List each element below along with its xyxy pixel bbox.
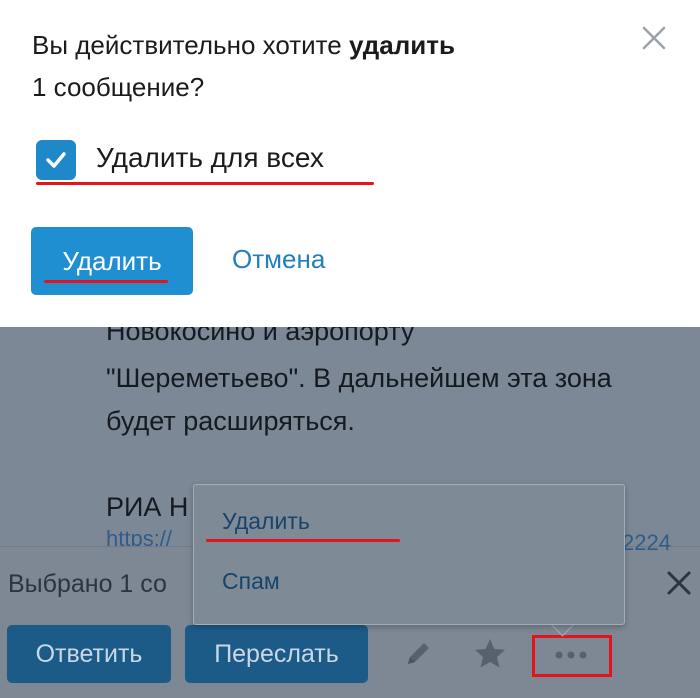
dialog-close-icon[interactable] xyxy=(638,22,670,54)
dialog-title-suffix: 1 сообщение? xyxy=(32,72,205,102)
check-icon xyxy=(46,152,66,168)
forward-button[interactable]: Переслать xyxy=(185,625,368,683)
message-text-line: РИА Н xyxy=(106,492,189,522)
delete-for-all-checkbox[interactable] xyxy=(36,140,76,180)
selection-count: Выбрано 1 со xyxy=(8,570,167,598)
close-icon[interactable] xyxy=(662,566,696,600)
cancel-button[interactable]: Отмена xyxy=(232,244,325,275)
message-text-line: будет расширяться. xyxy=(106,406,355,436)
highlight-underline xyxy=(44,280,168,283)
message-text-line: "Шереметьево". В дальнейшем эта зона xyxy=(106,363,612,393)
more-icon xyxy=(555,651,587,659)
reply-button[interactable]: Ответить xyxy=(7,625,171,683)
dialog-title: Вы действительно хотите удалить 1 сообщен… xyxy=(32,24,622,108)
dialog-title-bold: удалить xyxy=(348,30,455,60)
pencil-icon[interactable] xyxy=(400,636,436,672)
delete-button[interactable]: Удалить xyxy=(31,227,193,295)
dialog-title-prefix: Вы действительно хотите xyxy=(32,30,349,60)
more-button[interactable] xyxy=(532,635,612,677)
highlight-underline xyxy=(206,539,400,542)
menu-item-spam[interactable]: Спам xyxy=(222,568,280,595)
delete-for-all-label[interactable]: Удалить для всех xyxy=(96,142,324,174)
message-link-end[interactable]: 2224 xyxy=(622,530,671,556)
star-icon[interactable] xyxy=(472,636,508,672)
highlight-underline xyxy=(36,182,374,185)
menu-item-delete[interactable]: Удалить xyxy=(222,508,310,535)
more-menu xyxy=(193,484,625,625)
